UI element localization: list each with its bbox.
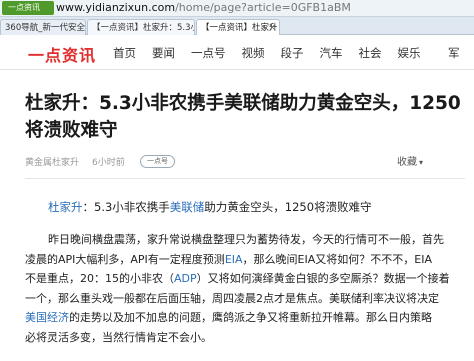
body-text: 的走势以及加不加息的问题，鹰鸽派之争又将重新拉开帷幕。那么日内策略 xyxy=(69,311,432,324)
site-nav: 一点资讯 首页 要闻 一点号 视频 段子 汽车 社会 娱乐 军 xyxy=(0,36,474,70)
keyword-link[interactable]: ADP xyxy=(174,272,197,285)
tab-bar: 360导航_新一代安全上网导航 【一点资讯】杜家升：5.3小非 【一点资讯】杜家… xyxy=(0,17,474,35)
source-badge: 一点号 xyxy=(140,155,175,168)
body-line: 昨日晚间横盘震荡，家升常说横盘整理只为蓄势待发，今天的行情可不一般，首先 xyxy=(25,230,465,250)
nav-item-jokes[interactable]: 段子 xyxy=(273,36,312,70)
lead-text-rest: 助力黄金空头，1250将溃败难守 xyxy=(204,200,372,214)
divider xyxy=(25,178,465,179)
body-line: 一个，那么重头戏一般都在后面压轴，周四凌晨2点才是焦点。美联储利率决议将决定 xyxy=(25,289,465,309)
nav-item-video[interactable]: 视频 xyxy=(234,36,273,70)
keyword-link[interactable]: 美联储 xyxy=(170,200,205,214)
body-line: 不是重点，20：15的小非农（ADP）又将如何演绎黄金白银的多空厮杀？数据一个接… xyxy=(25,269,465,289)
close-icon[interactable]: × xyxy=(268,20,276,35)
chevron-down-icon: ▾ xyxy=(419,158,424,167)
body-text: ）又将如何演绎黄金白银的多空厮杀？数据一个接着 xyxy=(196,272,450,285)
nav-item-yidianhao[interactable]: 一点号 xyxy=(183,36,234,70)
body-text: 必将灵活多变，当然行情肯定不会小。 xyxy=(25,330,212,344)
tab-label: 【一点资讯】杜家升：5.3小非 xyxy=(92,23,194,33)
body-text: 昨日晚间横盘震荡，家升常说横盘整理只为蓄势待发，今天的行情可不一般，首先 xyxy=(48,233,444,246)
tab-label: 360导航_新一代安全上网导航 xyxy=(5,23,85,33)
nav-item-auto[interactable]: 汽车 xyxy=(312,36,351,70)
article-title: 杜家升：5.3小非农携手美联储助力黄金空头，1250将溃败难守 xyxy=(25,93,461,141)
lead-text: ：5.3小非农携手 xyxy=(82,200,170,214)
article-meta: 黄金属杜家升 6小时前 一点号 收藏 ▾ xyxy=(25,155,465,169)
body-line: 凌晨的API大幅利多，API有一定程度预测EIA，那么晚间EIA又将如何？不不不… xyxy=(25,250,465,270)
address-bar[interactable]: 一点资讯 www.yidianzixun.com/home/page?artic… xyxy=(0,0,474,17)
url-host: www.yidianzixun.com xyxy=(56,1,176,14)
nav-item-entertainment[interactable]: 娱乐 xyxy=(390,36,429,70)
body-text: 凌晨的API大幅利多，API有一定程度预测 xyxy=(25,252,225,266)
browser-tab-active[interactable]: 【一点资讯】杜家升：5.3小× xyxy=(196,19,280,35)
body-line: 美国经济的走势以及加不加息的问题，鹰鸽派之争又将重新拉开帷幕。那么日内策略 xyxy=(25,308,465,328)
url-text[interactable]: www.yidianzixun.com/home/page?article=0G… xyxy=(56,0,474,17)
url-path: /home/page?article=0GFB1aBM xyxy=(175,1,351,14)
site-logo[interactable]: 一点资讯 xyxy=(28,42,96,66)
body-text: 一个，那么重头戏一般都在后面压轴，周四凌晨2点才是焦点。美联储利率决议将决定 xyxy=(25,291,439,305)
publish-time: 6小时前 xyxy=(92,158,125,168)
author-name[interactable]: 黄金属杜家升 xyxy=(25,155,79,168)
nav-item-military[interactable]: 军 xyxy=(448,36,460,70)
browser-tab[interactable]: 360导航_新一代安全上网导航 xyxy=(0,19,86,35)
body-line: 必将灵活多变，当然行情肯定不会小。 xyxy=(25,328,465,348)
body-text: ，那么晚间EIA又将如何？不不不，EIA xyxy=(242,252,432,266)
collect-button[interactable]: 收藏 ▾ xyxy=(397,153,423,168)
nav-items: 首页 要闻 一点号 视频 段子 汽车 社会 娱乐 xyxy=(105,36,429,70)
address-site-badge: 一点资讯 xyxy=(2,1,54,15)
nav-item-home[interactable]: 首页 xyxy=(105,36,144,70)
browser-tab[interactable]: 【一点资讯】杜家升：5.3小非 xyxy=(87,19,195,35)
collect-label: 收藏 xyxy=(397,157,417,168)
nav-item-society[interactable]: 社会 xyxy=(351,36,390,70)
article-body: 昨日晚间横盘震荡，家升常说横盘整理只为蓄势待发，今天的行情可不一般，首先 凌晨的… xyxy=(25,230,465,347)
keyword-link[interactable]: EIA xyxy=(225,253,243,266)
article-lead: 杜家升：5.3小非农携手美联储助力黄金空头，1250将溃败难守 xyxy=(48,199,372,215)
body-text: 不是重点，20：15的小非农（ xyxy=(25,272,174,285)
nav-item-news[interactable]: 要闻 xyxy=(144,36,183,70)
author-link[interactable]: 杜家升 xyxy=(48,200,83,214)
keyword-link[interactable]: 美国经济 xyxy=(25,311,69,324)
